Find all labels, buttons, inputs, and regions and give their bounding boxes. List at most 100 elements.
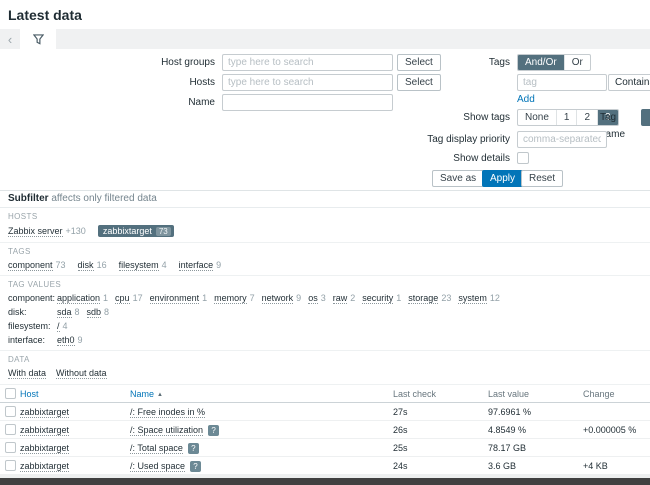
last-value-cell: 78.17 GB xyxy=(488,439,526,457)
last-check-cell: 26s xyxy=(393,421,408,439)
subfilter-tag-item[interactable]: component73 xyxy=(8,260,66,270)
hosts-label: Hosts xyxy=(0,74,215,91)
tag-value-items: application1cpu17environment1memory7netw… xyxy=(57,293,500,303)
add-tag-link[interactable]: Add xyxy=(517,94,535,105)
tag-value-item[interactable]: cpu17 xyxy=(115,293,143,303)
table-row: zabbixtarget /: Used space? 24s 3.6 GB +4 KB xyxy=(0,457,650,475)
tag-value-link: storage xyxy=(408,293,438,304)
subfilter-section: Subfilter affects only filtered data HOS… xyxy=(0,191,650,385)
bottom-edge-bar xyxy=(0,478,650,485)
tag-value-group: filesystem:/4 xyxy=(8,321,642,331)
tag-value-link: environment xyxy=(150,293,200,304)
tag-value-link: eth0 xyxy=(57,335,75,346)
subfilter-tag-item[interactable]: filesystem4 xyxy=(119,260,167,270)
host-cell: zabbixtarget xyxy=(20,439,69,457)
item-name-link[interactable]: /: Total space xyxy=(130,443,183,454)
tag-value-item[interactable]: /4 xyxy=(57,321,68,331)
tag-value-link: memory xyxy=(214,293,247,304)
host-link[interactable]: zabbixtarget xyxy=(20,443,69,454)
tag-value-item[interactable]: application1 xyxy=(57,293,108,303)
subfilter-tag-item[interactable]: interface9 xyxy=(179,260,222,270)
tag-value-group: component:application1cpu17environment1m… xyxy=(8,293,642,303)
subfilter-host-chip-selected[interactable]: zabbixtarget73 xyxy=(98,225,174,237)
tag-value-item[interactable]: storage23 xyxy=(408,293,451,303)
info-icon[interactable]: ? xyxy=(188,443,199,454)
subfilter-host-label: zabbixtarget xyxy=(103,226,152,236)
hosts-select-button[interactable]: Select xyxy=(397,74,441,91)
show-tags-2-button[interactable]: 2 xyxy=(577,110,598,125)
tag-operator-select[interactable]: Contains xyxy=(608,74,650,91)
item-name-link[interactable]: /: Free inodes in % xyxy=(130,407,205,418)
apply-button[interactable]: Apply xyxy=(482,170,523,187)
tag-value-item[interactable]: raw2 xyxy=(333,293,356,303)
filter-tab[interactable] xyxy=(20,29,56,49)
tag-value-link: security xyxy=(362,293,393,304)
tags-or-button[interactable]: Or xyxy=(565,55,590,70)
tag-display-priority-input[interactable] xyxy=(517,131,607,148)
last-check-cell: 24s xyxy=(393,457,408,475)
item-name-link[interactable]: /: Used space xyxy=(130,461,185,472)
tag-value-item[interactable]: eth09 xyxy=(57,335,83,345)
info-icon[interactable]: ? xyxy=(190,461,201,472)
tag-name-format-button-cutoff[interactable] xyxy=(641,109,650,126)
select-all-checkbox[interactable] xyxy=(5,388,16,399)
subfilter-data-item[interactable]: Without data xyxy=(56,368,107,379)
show-tags-1-button[interactable]: 1 xyxy=(557,110,578,125)
tag-value-item[interactable]: os3 xyxy=(308,293,326,303)
tag-value-group-name: disk: xyxy=(8,307,57,317)
column-header-name[interactable]: Name▲ xyxy=(130,385,163,404)
last-check-cell: 27s xyxy=(393,403,408,421)
last-value-cell: 3.6 GB xyxy=(488,457,516,475)
subfilter-tag-count: 4 xyxy=(162,260,167,270)
subfilter-tag-item[interactable]: disk16 xyxy=(78,260,107,270)
tag-input[interactable] xyxy=(517,74,607,91)
page-title: Latest data xyxy=(0,0,650,29)
collapse-filter-button[interactable]: ‹ xyxy=(0,29,20,49)
tag-value-item[interactable]: security1 xyxy=(362,293,401,303)
tag-value-link: network xyxy=(262,293,294,304)
subfilter-tag-count: 9 xyxy=(216,260,221,270)
tag-value-count: 1 xyxy=(202,293,207,303)
change-cell: +4 KB xyxy=(583,457,608,475)
host-link[interactable]: zabbixtarget xyxy=(20,425,69,436)
row-checkbox[interactable] xyxy=(5,406,16,417)
tag-value-items: sda8 sdb8 xyxy=(57,307,109,317)
subfilter-host-item[interactable]: Zabbix server+130 xyxy=(8,226,86,236)
show-details-checkbox[interactable] xyxy=(517,152,529,164)
tag-value-item[interactable]: network9 xyxy=(262,293,302,303)
tag-value-item[interactable]: environment1 xyxy=(150,293,208,303)
table-header-row: Host Name▲ Last check Last value Change xyxy=(0,385,650,403)
host-cell: zabbixtarget xyxy=(20,421,69,439)
tag-value-item[interactable]: memory7 xyxy=(214,293,255,303)
host-link[interactable]: zabbixtarget xyxy=(20,461,69,472)
column-header-host[interactable]: Host xyxy=(20,385,39,403)
show-details-label: Show details xyxy=(330,150,510,167)
tag-value-count: 3 xyxy=(321,293,326,303)
hosts-input[interactable] xyxy=(222,74,393,91)
name-cell: /: Used space? xyxy=(130,457,201,475)
tag-value-link: os xyxy=(308,293,318,304)
host-link[interactable]: zabbixtarget xyxy=(20,407,69,418)
subfilter-data: DATA With dataWithout data xyxy=(0,351,650,385)
tag-value-count: 1 xyxy=(103,293,108,303)
row-checkbox[interactable] xyxy=(5,442,16,453)
subfilter-data-item[interactable]: With data xyxy=(8,368,46,379)
tags-label: Tags xyxy=(330,54,510,71)
row-checkbox[interactable] xyxy=(5,424,16,435)
tag-value-item[interactable]: system12 xyxy=(458,293,500,303)
row-checkbox[interactable] xyxy=(5,460,16,471)
tags-andor-button[interactable]: And/Or xyxy=(518,55,565,70)
column-header-last-value: Last value xyxy=(488,385,529,403)
tag-value-count: 17 xyxy=(133,293,143,303)
reset-button[interactable]: Reset xyxy=(521,170,563,187)
subfilter-host-count: +130 xyxy=(66,226,86,236)
tag-value-link: application xyxy=(57,293,100,304)
show-tags-none-button[interactable]: None xyxy=(518,110,557,125)
host-cell: zabbixtarget xyxy=(20,457,69,475)
tag-value-item[interactable]: sdb8 xyxy=(87,307,110,317)
item-name-link[interactable]: /: Space utilization xyxy=(130,425,203,436)
tag-value-item[interactable]: sda8 xyxy=(57,307,80,317)
subfilter-tags-heading: TAGS xyxy=(8,247,642,256)
info-icon[interactable]: ? xyxy=(208,425,219,436)
save-as-button[interactable]: Save as xyxy=(432,170,484,187)
